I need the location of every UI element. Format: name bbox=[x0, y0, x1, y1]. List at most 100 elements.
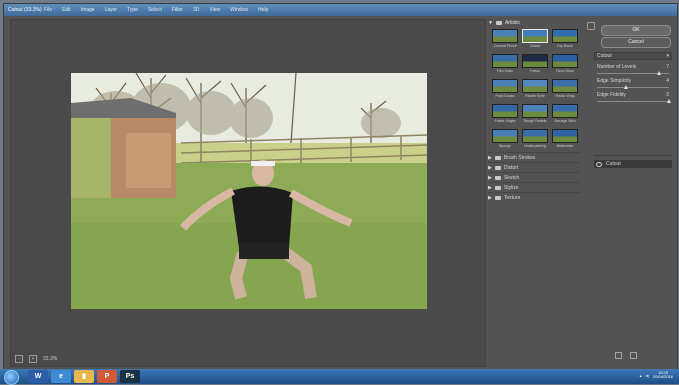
filter-gallery-panel: ▼ Artistic Colored Pencil Cutout Dry Brush… bbox=[488, 19, 580, 365]
menu-item[interactable]: Image bbox=[81, 7, 95, 13]
collapse-triangle-icon: ▶ bbox=[488, 194, 492, 201]
internet-explorer-icon[interactable]: e bbox=[51, 370, 71, 383]
thumbnail-label: Sponge bbox=[498, 144, 512, 148]
filter-thumbnail[interactable]: Rough Pastels bbox=[522, 104, 548, 123]
category-texture[interactable]: ▶ Texture bbox=[488, 192, 580, 202]
slider-number-of-levels[interactable]: Number of Levels 7 bbox=[597, 64, 669, 75]
ok-button[interactable]: OK bbox=[601, 25, 671, 36]
filter-thumbnail[interactable]: Sponge bbox=[492, 129, 518, 148]
photoshop-icon[interactable]: Ps bbox=[120, 370, 140, 383]
filter-thumbnail[interactable]: Watercolor bbox=[552, 129, 578, 148]
thumbnail-image bbox=[492, 129, 518, 143]
thumbnail-label: Palette Knife bbox=[525, 94, 545, 98]
menu-item[interactable]: Layer bbox=[105, 7, 118, 13]
menu-item[interactable]: Filter bbox=[172, 7, 183, 13]
folder-icon bbox=[494, 175, 501, 180]
filter-thumbnail[interactable]: Smudge Stick bbox=[552, 104, 578, 123]
collapse-triangle-icon: ▶ bbox=[488, 164, 492, 171]
cancel-button[interactable]: Cancel bbox=[601, 37, 671, 48]
slider-edge-simplicity[interactable]: Edge Simplicity 4 bbox=[597, 78, 669, 89]
expand-triangle-icon: ▼ bbox=[488, 20, 493, 26]
thumbnail-label: Watercolor bbox=[556, 144, 574, 148]
paint-icon[interactable]: P bbox=[97, 370, 117, 383]
thumbnail-image bbox=[522, 79, 548, 93]
thumbnail-image bbox=[522, 54, 548, 68]
category-label: Sketch bbox=[503, 174, 520, 181]
clock-date: 20/04/2016 bbox=[652, 374, 673, 379]
thumbnail-image bbox=[492, 104, 518, 118]
volume-icon[interactable]: ◂) bbox=[646, 373, 649, 378]
thumbnail-label: Fresco bbox=[529, 69, 541, 73]
explorer-icon[interactable]: ▮ bbox=[74, 370, 94, 383]
filter-thumbnail[interactable]: Underpainting bbox=[522, 129, 548, 148]
collapse-triangle-icon: ▶ bbox=[488, 184, 492, 191]
menu-item[interactable]: Type bbox=[127, 7, 138, 13]
thumbnail-label: Colored Pencil bbox=[493, 44, 517, 48]
filter-thumbnail[interactable]: Colored Pencil bbox=[492, 29, 518, 48]
collapse-triangle-icon: ▶ bbox=[488, 174, 492, 181]
preview-area[interactable]: - + 33.3% bbox=[10, 19, 486, 367]
category-distort[interactable]: ▶ Distort bbox=[488, 162, 580, 172]
slider-edge-fidelity[interactable]: Edge Fidelity 3 bbox=[597, 92, 671, 103]
param-value[interactable]: 7 bbox=[666, 64, 669, 70]
collapse-triangle-icon: ▶ bbox=[488, 154, 492, 161]
folder-icon bbox=[494, 195, 501, 200]
thumbnail-image bbox=[492, 79, 518, 93]
filter-thumbnail[interactable]: Paint Daubs bbox=[492, 79, 518, 98]
thumbnail-image bbox=[522, 104, 548, 118]
zoom-level[interactable]: 33.3% bbox=[43, 356, 57, 362]
slider-knob[interactable] bbox=[623, 85, 628, 89]
param-value[interactable]: 3 bbox=[666, 92, 669, 98]
slider-knob[interactable] bbox=[667, 99, 671, 103]
toggle-gallery-icon[interactable] bbox=[587, 22, 595, 30]
filter-thumbnail[interactable]: Cutout bbox=[522, 29, 548, 48]
param-value[interactable]: 4 bbox=[666, 78, 669, 84]
start-button[interactable] bbox=[4, 370, 19, 385]
menu-item[interactable]: View bbox=[209, 7, 220, 13]
effect-layer[interactable]: Cutout bbox=[594, 160, 672, 168]
menu-item[interactable]: Edit bbox=[62, 7, 71, 13]
thumbnail-image bbox=[552, 129, 578, 143]
folder-icon bbox=[495, 21, 502, 25]
filter-gallery-window: Cutout (33.3%) File Edit Image Layer Typ… bbox=[3, 3, 678, 370]
thumbnail-image bbox=[552, 104, 578, 118]
category-artistic[interactable]: ▼ Artistic bbox=[488, 19, 580, 27]
menu-item[interactable]: Window bbox=[230, 7, 248, 13]
filter-thumbnail[interactable]: Palette Knife bbox=[522, 79, 548, 98]
filter-select[interactable]: Cutout ▾ bbox=[594, 52, 672, 60]
thumbnail-image bbox=[492, 54, 518, 68]
menu-item[interactable]: Select bbox=[148, 7, 162, 13]
new-layer-icon[interactable] bbox=[615, 352, 622, 359]
category-label: Texture bbox=[503, 194, 521, 201]
menu-item[interactable]: 3D bbox=[193, 7, 199, 13]
taskbar: We ▮ P Ps ▴ ◂) 15:25 20/04/2016 bbox=[0, 369, 679, 385]
zoom-out-button[interactable]: - bbox=[15, 355, 23, 363]
zoom-controls: - + 33.3% bbox=[15, 355, 57, 363]
clock[interactable]: 15:25 20/04/2016 bbox=[653, 371, 673, 379]
thumbnail-label: Dry Brush bbox=[557, 44, 573, 48]
filter-thumbnail[interactable]: Poster Edges bbox=[492, 104, 518, 123]
thumbnail-label: Poster Edges bbox=[494, 119, 516, 123]
filter-thumbnail[interactable]: Neon Glow bbox=[552, 54, 578, 73]
word-icon[interactable]: W bbox=[28, 370, 48, 383]
filter-thumbnail[interactable]: Fresco bbox=[522, 54, 548, 73]
effect-layers-panel: Cutout bbox=[594, 155, 672, 356]
menu-item[interactable]: File bbox=[44, 7, 52, 13]
filter-thumbnail[interactable]: Plastic Wrap bbox=[552, 79, 578, 98]
collapsed-categories: ▶ Brush Strokes ▶ Distort ▶ Sketch ▶ Sty… bbox=[488, 152, 580, 202]
zoom-in-button[interactable]: + bbox=[29, 355, 37, 363]
system-tray: ▴ ◂) 15:25 20/04/2016 bbox=[640, 371, 673, 379]
slider-knob[interactable] bbox=[656, 71, 661, 75]
category-sketch[interactable]: ▶ Sketch bbox=[488, 172, 580, 182]
category-stylize[interactable]: ▶ Stylize bbox=[488, 182, 580, 192]
thumbnail-image bbox=[522, 29, 548, 43]
filter-thumbnail[interactable]: Dry Brush bbox=[552, 29, 578, 48]
category-label: Distort bbox=[503, 164, 519, 171]
menu-item[interactable]: Help bbox=[258, 7, 268, 13]
eye-icon[interactable] bbox=[596, 161, 602, 167]
category-brush-strokes[interactable]: ▶ Brush Strokes bbox=[488, 152, 580, 162]
delete-layer-icon[interactable] bbox=[630, 352, 637, 359]
filter-thumbnail[interactable]: Film Grain bbox=[492, 54, 518, 73]
thumbnail-grid: Colored Pencil Cutout Dry Brush Film Grain F… bbox=[492, 29, 580, 148]
network-icon[interactable]: ▴ bbox=[640, 373, 642, 378]
